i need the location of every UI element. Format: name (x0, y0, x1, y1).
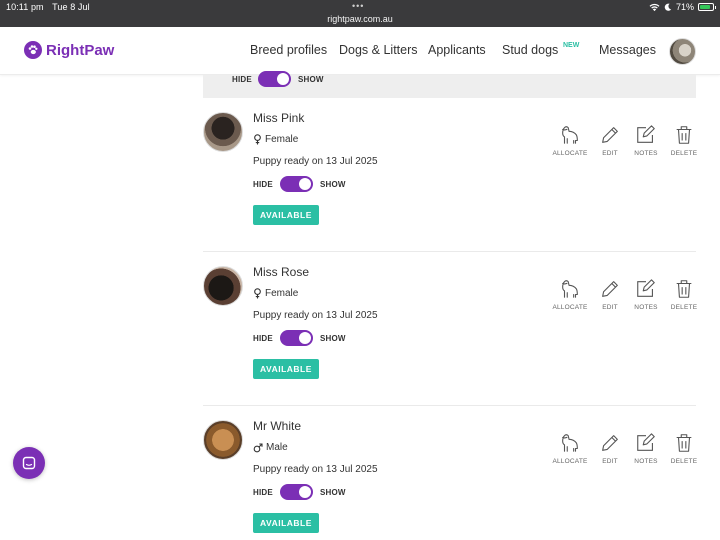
puppy-name[interactable]: Mr White (253, 419, 301, 433)
pencil-icon (602, 281, 618, 297)
puppy-card: Miss Rose Female Puppy ready on 13 Jul 202… (203, 252, 697, 406)
delete-button[interactable]: DELETE (662, 278, 706, 311)
status-date: Tue 8 Jul (52, 2, 90, 12)
puppy-sex-label: Male (266, 442, 288, 453)
edit-label: EDIT (602, 304, 618, 311)
edit-label: EDIT (602, 150, 618, 157)
allocate-button[interactable]: ALLOCATE (548, 124, 592, 157)
puppy-sex-label: Female (265, 134, 299, 145)
wifi-icon (649, 3, 660, 11)
notes-icon (637, 125, 655, 143)
notes-label: NOTES (634, 458, 658, 465)
nav-breed-profiles[interactable]: Breed profiles (250, 43, 327, 57)
site-header: RightPaw Breed profiles Dogs & Litters A… (0, 27, 720, 75)
filter-hide-label: HIDE (232, 75, 252, 84)
visibility-filter-bar: HIDE SHOW (203, 71, 696, 98)
nav-messages[interactable]: Messages (599, 43, 656, 57)
status-left: 10:11 pm Tue 8 Jul (6, 2, 96, 12)
available-status-button[interactable]: AVAILABLE (253, 359, 319, 379)
toggle-knob (277, 73, 289, 85)
allocate-label: ALLOCATE (552, 150, 588, 157)
notes-label: NOTES (634, 304, 658, 311)
logo-text: RightPaw (46, 41, 115, 59)
new-badge: NEW (563, 42, 580, 49)
show-label: SHOW (320, 488, 346, 497)
puppy-sex-label: Female (265, 288, 299, 299)
puppy-sex: Female (253, 134, 298, 145)
puppy-ready-date: Puppy ready on 13 Jul 2025 (253, 464, 378, 475)
puppy-photo[interactable] (203, 112, 243, 152)
hide-label: HIDE (253, 488, 273, 497)
notes-icon (637, 433, 655, 451)
puppy-name[interactable]: Miss Rose (253, 265, 309, 279)
notes-label: NOTES (634, 150, 658, 157)
trash-icon (676, 434, 692, 452)
status-right: 71% (649, 2, 716, 12)
delete-label: DELETE (670, 458, 698, 465)
filter-visibility-toggle[interactable] (258, 71, 291, 87)
puppy-name[interactable]: Miss Pink (253, 111, 304, 125)
status-time: 10:11 pm (6, 2, 44, 12)
filter-show-label: SHOW (298, 75, 324, 84)
available-status-button[interactable]: AVAILABLE (253, 205, 319, 225)
visibility-toggle[interactable] (280, 330, 313, 346)
trash-icon (676, 126, 692, 144)
battery-icon (698, 3, 716, 11)
puppy-sex: Female (253, 288, 298, 299)
female-icon (254, 134, 261, 145)
toggle-knob (299, 332, 311, 344)
moon-icon (664, 3, 672, 11)
puppy-photo[interactable] (203, 266, 243, 306)
puppy-card: Miss Pink Female Puppy ready on 13 Jul 202… (203, 98, 697, 252)
show-label: SHOW (320, 180, 346, 189)
hide-label: HIDE (253, 180, 273, 189)
delete-label: DELETE (670, 304, 698, 311)
pencil-icon (602, 435, 618, 451)
status-bar: 10:11 pm Tue 8 Jul ••• rightpaw.com.au 7… (0, 0, 720, 27)
url-bar[interactable]: rightpaw.com.au (0, 14, 720, 24)
battery-percent: 71% (675, 2, 694, 12)
puppy-photo[interactable] (203, 420, 243, 460)
nav-stud-dogs[interactable]: Stud dogs (502, 43, 558, 57)
male-icon (253, 442, 263, 452)
logo[interactable]: RightPaw (24, 41, 114, 59)
delete-label: DELETE (670, 150, 698, 157)
chat-launcher-button[interactable] (13, 447, 45, 479)
visibility-toggle[interactable] (280, 176, 313, 192)
nav-dogs-litters[interactable]: Dogs & Litters (339, 43, 418, 57)
notes-icon (637, 279, 655, 297)
puppy-ready-date: Puppy ready on 13 Jul 2025 (253, 310, 378, 321)
nav-applicants[interactable]: Applicants (428, 43, 486, 57)
toggle-knob (299, 178, 311, 190)
allocate-label: ALLOCATE (552, 458, 588, 465)
allocate-label: ALLOCATE (552, 304, 588, 311)
hide-label: HIDE (253, 334, 273, 343)
trash-icon (676, 280, 692, 298)
puppy-sex: Male (253, 442, 288, 453)
dog-icon (562, 126, 578, 144)
edit-label: EDIT (602, 458, 618, 465)
visibility-toggle[interactable] (280, 484, 313, 500)
show-label: SHOW (320, 334, 346, 343)
toggle-knob (299, 486, 311, 498)
chat-icon (22, 456, 36, 470)
multitask-dots[interactable]: ••• (352, 1, 364, 11)
dog-icon (562, 280, 578, 298)
dog-icon (562, 434, 578, 452)
female-icon (254, 288, 261, 299)
allocate-button[interactable]: ALLOCATE (548, 278, 592, 311)
delete-button[interactable]: DELETE (662, 124, 706, 157)
puppy-card: Mr White Male Puppy ready on 13 Jul 2025 HI… (203, 406, 697, 540)
allocate-button[interactable]: ALLOCATE (548, 432, 592, 465)
delete-button[interactable]: DELETE (662, 432, 706, 465)
paw-icon (24, 41, 42, 59)
pencil-icon (602, 127, 618, 143)
available-status-button[interactable]: AVAILABLE (253, 513, 319, 533)
user-avatar[interactable] (669, 38, 696, 65)
puppy-ready-date: Puppy ready on 13 Jul 2025 (253, 156, 378, 167)
